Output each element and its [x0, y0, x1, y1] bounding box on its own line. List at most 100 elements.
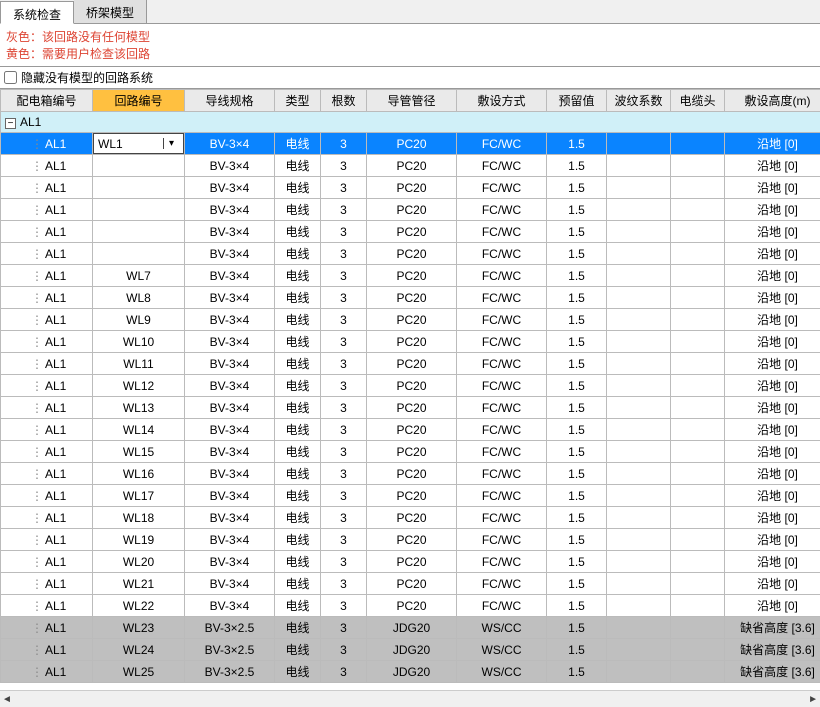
cell-count[interactable]: 3	[321, 529, 367, 551]
cell-loop[interactable]: WL14	[93, 419, 185, 441]
cell-wave[interactable]	[607, 375, 671, 397]
cell-pipe[interactable]: PC20	[367, 595, 457, 617]
cell-count[interactable]: 3	[321, 221, 367, 243]
cell-head[interactable]	[671, 155, 725, 177]
cell-reserve[interactable]: 1.5	[547, 485, 607, 507]
cell-count[interactable]: 3	[321, 595, 367, 617]
cell-lay[interactable]: FC/WC	[457, 287, 547, 309]
cell-pipe[interactable]: PC20	[367, 419, 457, 441]
table-container[interactable]: 配电箱编号回路编号导线规格类型根数导管管径敷设方式预留值波纹系数电缆头敷设高度(…	[0, 89, 820, 699]
tab-system-check[interactable]: 系统检查	[0, 1, 74, 24]
cell-reserve[interactable]: 1.5	[547, 507, 607, 529]
cell-loop[interactable]: WL24	[93, 639, 185, 661]
table-row[interactable]: ⋮AL1WL7BV-3×4电线3PC20FC/WC1.5沿地 [0]	[1, 265, 820, 287]
hide-no-model-checkbox[interactable]	[4, 71, 17, 84]
cell-box[interactable]: ⋮AL1	[1, 397, 93, 419]
cell-head[interactable]	[671, 221, 725, 243]
cell-type[interactable]: 电线	[275, 639, 321, 661]
cell-type[interactable]: 电线	[275, 529, 321, 551]
cell-count[interactable]: 3	[321, 375, 367, 397]
cell-wave[interactable]	[607, 353, 671, 375]
cell-wave[interactable]	[607, 485, 671, 507]
cell-lay[interactable]: WS/CC	[457, 661, 547, 683]
cell-lay[interactable]: FC/WC	[457, 463, 547, 485]
cell-box[interactable]: ⋮AL1	[1, 441, 93, 463]
cell-height[interactable]: 沿地 [0]	[725, 133, 820, 155]
cell-reserve[interactable]: 1.5	[547, 243, 607, 265]
cell-loop[interactable]	[93, 199, 185, 221]
column-header[interactable]: 导管管径	[367, 90, 457, 112]
cell-count[interactable]: 3	[321, 309, 367, 331]
table-row[interactable]: ⋮AL1WL19BV-3×4电线3PC20FC/WC1.5沿地 [0]	[1, 529, 820, 551]
cell-box[interactable]: ⋮AL1	[1, 309, 93, 331]
cell-reserve[interactable]: 1.5	[547, 221, 607, 243]
cell-height[interactable]: 沿地 [0]	[725, 441, 820, 463]
cell-wave[interactable]	[607, 441, 671, 463]
cell-pipe[interactable]: JDG20	[367, 617, 457, 639]
cell-loop[interactable]	[93, 221, 185, 243]
cell-type[interactable]: 电线	[275, 133, 321, 155]
cell-type[interactable]: 电线	[275, 661, 321, 683]
cell-pipe[interactable]: PC20	[367, 463, 457, 485]
cell-lay[interactable]: FC/WC	[457, 551, 547, 573]
cell-count[interactable]: 3	[321, 155, 367, 177]
cell-height[interactable]: 沿地 [0]	[725, 397, 820, 419]
cell-loop[interactable]: WL13	[93, 397, 185, 419]
cell-head[interactable]	[671, 177, 725, 199]
table-row[interactable]: ⋮AL1WL16BV-3×4电线3PC20FC/WC1.5沿地 [0]	[1, 463, 820, 485]
cell-height[interactable]: 沿地 [0]	[725, 155, 820, 177]
cell-type[interactable]: 电线	[275, 573, 321, 595]
table-row[interactable]: ⋮AL1WL22BV-3×4电线3PC20FC/WC1.5沿地 [0]	[1, 595, 820, 617]
cell-count[interactable]: 3	[321, 287, 367, 309]
cell-reserve[interactable]: 1.5	[547, 617, 607, 639]
column-header[interactable]: 波纹系数	[607, 90, 671, 112]
cell-head[interactable]	[671, 441, 725, 463]
cell-height[interactable]: 沿地 [0]	[725, 375, 820, 397]
cell-type[interactable]: 电线	[275, 551, 321, 573]
cell-loop[interactable]: WL18	[93, 507, 185, 529]
column-header[interactable]: 敷设高度(m)	[725, 90, 820, 112]
cell-pipe[interactable]: PC20	[367, 133, 457, 155]
group-row[interactable]: −AL1	[1, 112, 820, 133]
cell-count[interactable]: 3	[321, 265, 367, 287]
cell-pipe[interactable]: PC20	[367, 199, 457, 221]
cell-pipe[interactable]: PC20	[367, 309, 457, 331]
table-row[interactable]: ⋮AL1WL25BV-3×2.5电线3JDG20WS/CC1.5缺省高度 [3.…	[1, 661, 820, 683]
cell-reserve[interactable]: 1.5	[547, 661, 607, 683]
cell-wave[interactable]	[607, 309, 671, 331]
cell-pipe[interactable]: JDG20	[367, 639, 457, 661]
cell-wave[interactable]	[607, 507, 671, 529]
cell-head[interactable]	[671, 331, 725, 353]
loop-dropdown[interactable]: WL1▾	[93, 133, 184, 154]
cell-wave[interactable]	[607, 199, 671, 221]
cell-lay[interactable]: FC/WC	[457, 573, 547, 595]
cell-spec[interactable]: BV-3×4	[185, 353, 275, 375]
cell-height[interactable]: 沿地 [0]	[725, 507, 820, 529]
cell-wave[interactable]	[607, 573, 671, 595]
column-header[interactable]: 回路编号	[93, 90, 185, 112]
cell-count[interactable]: 3	[321, 463, 367, 485]
cell-reserve[interactable]: 1.5	[547, 639, 607, 661]
cell-count[interactable]: 3	[321, 573, 367, 595]
cell-height[interactable]: 沿地 [0]	[725, 551, 820, 573]
cell-count[interactable]: 3	[321, 243, 367, 265]
cell-pipe[interactable]: PC20	[367, 551, 457, 573]
cell-spec[interactable]: BV-3×4	[185, 265, 275, 287]
cell-pipe[interactable]: PC20	[367, 287, 457, 309]
cell-spec[interactable]: BV-3×4	[185, 309, 275, 331]
cell-type[interactable]: 电线	[275, 221, 321, 243]
table-row[interactable]: ⋮AL1BV-3×4电线3PC20FC/WC1.5沿地 [0]	[1, 243, 820, 265]
cell-loop[interactable]	[93, 155, 185, 177]
cell-type[interactable]: 电线	[275, 397, 321, 419]
cell-box[interactable]: ⋮AL1	[1, 507, 93, 529]
dropdown-scrollbar[interactable]: ▲▼	[169, 154, 183, 155]
cell-count[interactable]: 3	[321, 353, 367, 375]
cell-head[interactable]	[671, 639, 725, 661]
cell-loop[interactable]: WL23	[93, 617, 185, 639]
cell-reserve[interactable]: 1.5	[547, 309, 607, 331]
table-row[interactable]: ⋮AL1WL10BV-3×4电线3PC20FC/WC1.5沿地 [0]	[1, 331, 820, 353]
cell-height[interactable]: 沿地 [0]	[725, 199, 820, 221]
horizontal-scrollbar[interactable]: ◄ ►	[0, 690, 820, 707]
cell-lay[interactable]: FC/WC	[457, 133, 547, 155]
cell-reserve[interactable]: 1.5	[547, 595, 607, 617]
